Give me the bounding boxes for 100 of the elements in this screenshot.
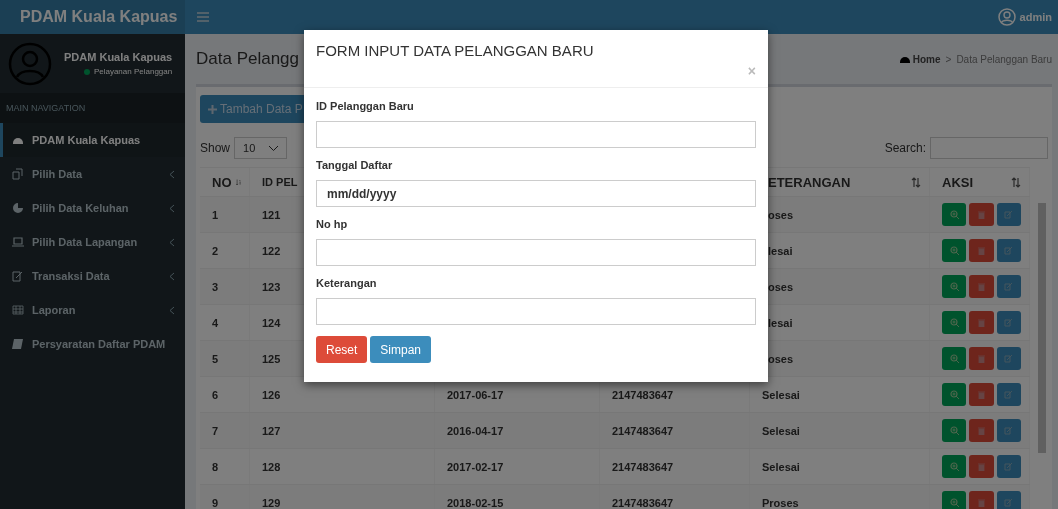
edit-button[interactable] [996, 275, 1021, 298]
table-cell: 128 [262, 460, 281, 473]
table-cell: 2016-04-17 [447, 424, 504, 437]
table-cell: 2147483647 [612, 460, 674, 473]
zoom-icon [949, 426, 959, 435]
delete-button[interactable] [969, 419, 994, 442]
nav-icon [12, 202, 24, 214]
edit-button[interactable] [996, 491, 1021, 509]
field-label: No hp [316, 218, 349, 230]
sidebar-item[interactable]: Pilih Data [0, 157, 185, 191]
view-button[interactable] [942, 239, 967, 262]
view-button[interactable] [942, 455, 967, 478]
edit-button[interactable] [996, 203, 1021, 226]
table-cell: 3 [212, 280, 219, 293]
breadcrumb-home[interactable]: Home [912, 53, 941, 65]
sidebar-item[interactable]: Transaksi Data [0, 259, 185, 293]
view-button[interactable] [942, 419, 967, 442]
trash-icon [978, 426, 985, 435]
delete-button[interactable] [969, 491, 994, 509]
menu-icon[interactable] [197, 12, 209, 22]
zoom-icon [949, 498, 959, 507]
nav-icon [12, 236, 24, 248]
table-cell-text: oses [767, 208, 794, 221]
input-field[interactable] [316, 298, 756, 325]
edit-button[interactable] [996, 419, 1021, 442]
delete-button[interactable] [969, 275, 994, 298]
caret-icon [269, 145, 279, 151]
edit-button[interactable] [996, 239, 1021, 262]
table-cell: 122 [262, 244, 281, 257]
view-button[interactable] [942, 275, 967, 298]
field-label: Keterangan [316, 277, 378, 289]
view-button[interactable] [942, 491, 967, 509]
edit-icon [1004, 246, 1014, 255]
delete-button[interactable] [969, 311, 994, 334]
view-button[interactable] [942, 347, 967, 370]
delete-button[interactable] [969, 347, 994, 370]
sidebar-item[interactable]: Pilih Data Keluhan [0, 191, 185, 225]
user-name: PDAM Kuala Kapuas [64, 51, 173, 63]
table-cell: 4 [212, 316, 219, 329]
avatar-icon [8, 41, 52, 86]
table-cell: 2017-06-17 [447, 388, 504, 401]
brand-logo[interactable]: PDAM Kuala Kapuas [0, 0, 185, 34]
close-button[interactable]: × [747, 63, 756, 79]
user-name[interactable]: admin [1019, 11, 1052, 23]
dashboard-icon [899, 55, 910, 63]
input-field[interactable] [316, 121, 756, 148]
input-field[interactable] [316, 239, 756, 266]
sort-icon[interactable] [1011, 176, 1021, 188]
delete-button[interactable] [969, 239, 994, 262]
column-header[interactable]: ID PEL [262, 176, 298, 188]
user-status: Pelayanan Pelanggan [93, 67, 173, 76]
sidebar-item[interactable]: Pilih Data Lapangan [0, 225, 185, 259]
zoom-icon [949, 282, 959, 291]
table-cell: 127 [262, 424, 281, 437]
table-cell: 129 [262, 496, 281, 509]
column-header[interactable]: AKSI [942, 174, 974, 190]
sidebar-item[interactable]: Persyaratan Daftar PDAM [0, 327, 185, 361]
edit-button[interactable] [996, 347, 1021, 370]
breadcrumb-link[interactable]: Home [899, 53, 941, 65]
table-cell-text: oses [767, 352, 794, 365]
user-icon [997, 8, 1016, 26]
search-field[interactable] [930, 137, 1048, 159]
page-size-select[interactable]: 10 [234, 137, 288, 159]
view-button[interactable] [942, 383, 967, 406]
table-cell: 8 [212, 460, 219, 473]
table-cell: 125 [262, 352, 281, 365]
breadcrumb-separator: > [945, 53, 952, 65]
table-cell: Selesai [762, 460, 800, 473]
table-cell: 6 [212, 388, 219, 401]
form-button[interactable]: Simpan [370, 336, 432, 363]
trash-icon [978, 390, 985, 399]
trash-icon [978, 246, 985, 255]
sort-icon[interactable] [911, 176, 921, 188]
edit-button[interactable] [996, 383, 1021, 406]
scrollbar[interactable] [1038, 203, 1046, 453]
edit-button[interactable] [996, 311, 1021, 334]
column-header[interactable]: NO [212, 174, 232, 190]
plus-icon [208, 104, 217, 114]
show-label: Show [200, 141, 231, 155]
view-button[interactable] [942, 203, 967, 226]
table-cell: 123 [262, 280, 281, 293]
table-cell: 121 [262, 208, 281, 221]
delete-button[interactable] [969, 203, 994, 226]
delete-button[interactable] [969, 383, 994, 406]
table-cell: 7 [212, 424, 219, 437]
table-cell: 2018-02-15 [447, 496, 504, 509]
sidebar-item[interactable]: Laporan [0, 293, 185, 327]
edit-icon [1004, 498, 1014, 507]
zoom-icon [949, 354, 959, 363]
sort-icon[interactable] [235, 176, 241, 188]
view-button[interactable] [942, 311, 967, 334]
table-cell: 1 [212, 208, 219, 221]
input-field[interactable]: mm/dd/yyyy [316, 180, 756, 207]
form-button[interactable]: Reset [316, 336, 368, 363]
trash-icon [978, 210, 985, 219]
delete-button[interactable] [969, 455, 994, 478]
edit-icon [1004, 462, 1014, 471]
table-cell: 126 [262, 388, 281, 401]
edit-button[interactable] [996, 455, 1021, 478]
page-title: Data Pelangg [196, 49, 300, 69]
